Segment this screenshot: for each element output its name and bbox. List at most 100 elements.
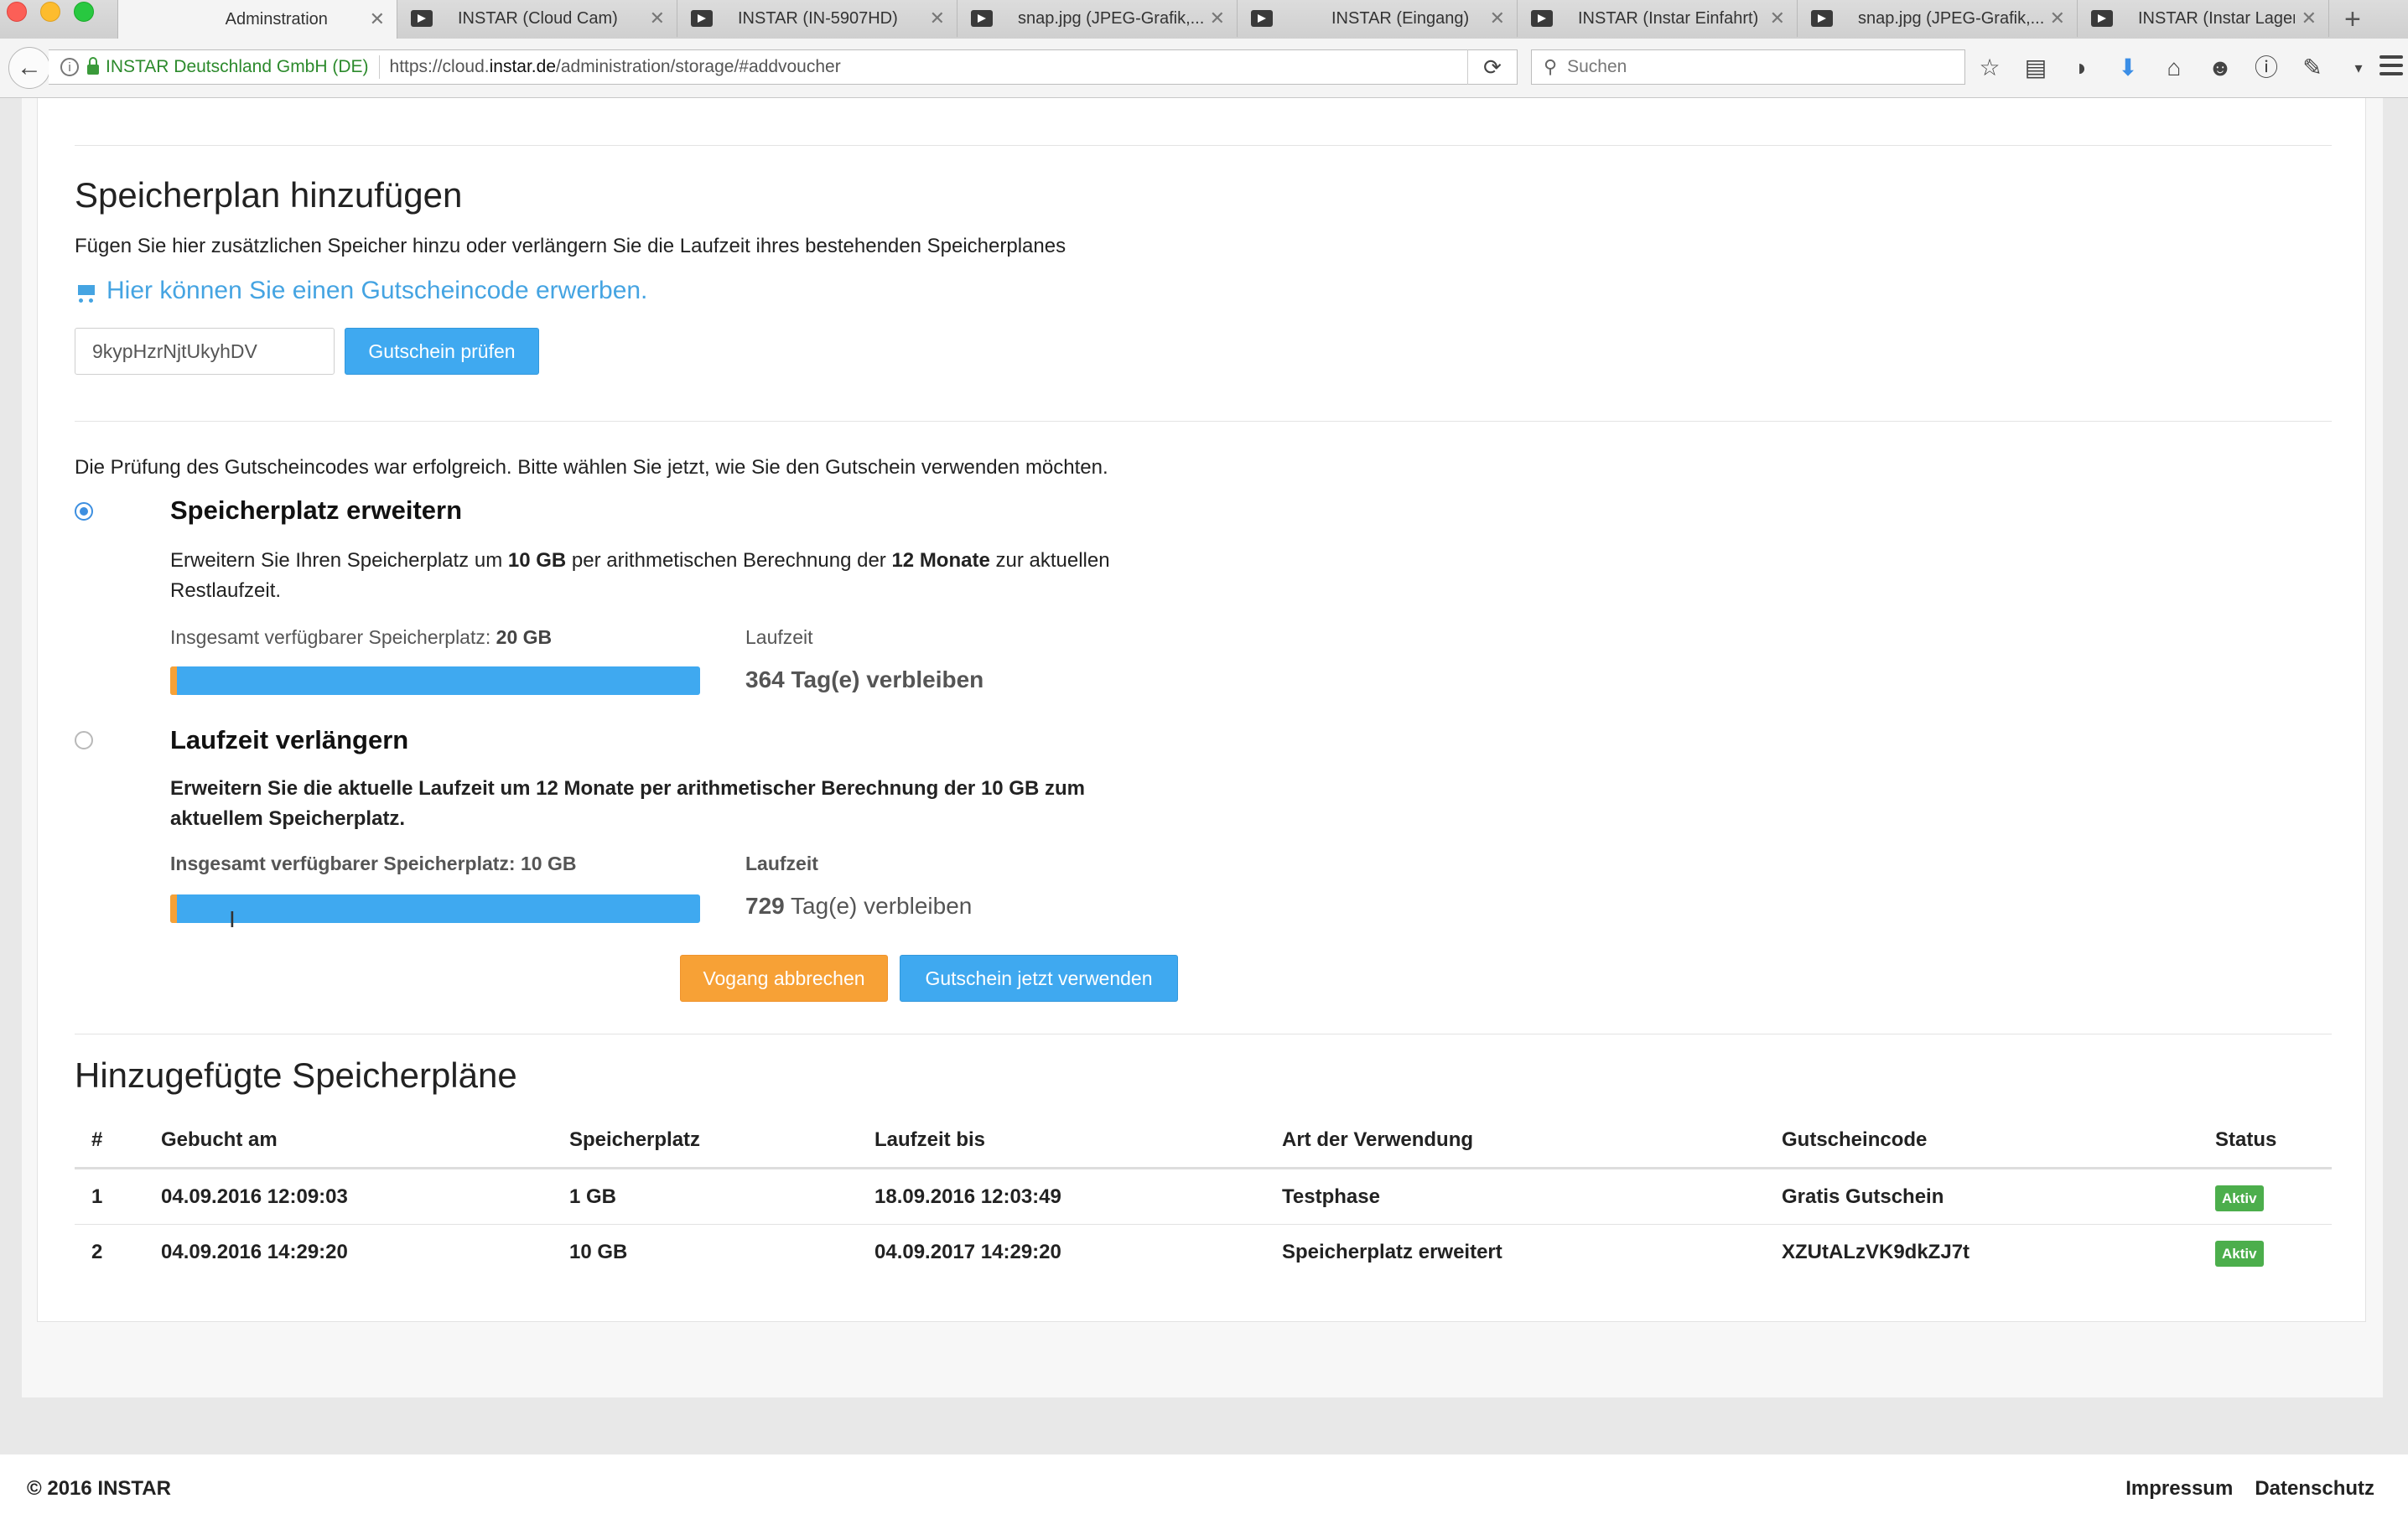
column-header: Status xyxy=(2198,1113,2332,1169)
close-icon[interactable]: ✕ xyxy=(370,8,385,30)
info-icon[interactable]: i xyxy=(60,58,79,76)
use-voucher-button[interactable]: Gutschein jetzt verwenden xyxy=(900,955,1178,1002)
tab-lager[interactable]: INSTAR (Instar Lager) ✕ xyxy=(2078,0,2329,37)
storage-label: Insgesamt verfügbarer Speicherplatz: xyxy=(170,626,496,648)
option-extend-storage-radio[interactable] xyxy=(75,502,93,521)
close-icon[interactable]: ✕ xyxy=(1210,8,1225,29)
close-icon[interactable]: ✕ xyxy=(650,8,665,29)
voucher-code-input[interactable] xyxy=(75,328,335,375)
plans-table: # Gebucht am Speicherplatz Laufzeit bis … xyxy=(75,1113,2332,1279)
home-icon[interactable]: ⌂ xyxy=(2160,54,2188,82)
buy-voucher-link[interactable]: Hier können Sie einen Gutscheincode erwe… xyxy=(75,277,647,305)
text-bold: 10 GB xyxy=(507,549,567,572)
table-cell: 18.09.2016 12:03:49 xyxy=(858,1168,1265,1225)
table-cell: 10 GB xyxy=(569,1240,628,1263)
tab-in-5907hd[interactable]: INSTAR (IN-5907HD) ✕ xyxy=(677,0,957,37)
tab-eingang[interactable]: INSTAR (Eingang) ✕ xyxy=(1238,0,1518,37)
url-bar[interactable]: i INSTAR Deutschland GmbH (DE) https://c… xyxy=(49,49,1518,85)
bookmark-star-icon[interactable]: ☆ xyxy=(1975,54,2004,82)
close-icon[interactable]: ✕ xyxy=(930,8,945,29)
tab-label: INSTAR (Cloud Cam) xyxy=(458,8,618,28)
status-badge: Aktiv xyxy=(2215,1240,2264,1267)
tab-label: Adminstration xyxy=(225,9,328,29)
option-extend-runtime-title: Laufzeit verlängern xyxy=(170,725,409,754)
close-window-button[interactable] xyxy=(7,2,27,22)
table-cell: 1 xyxy=(75,1168,144,1225)
tab-label: snap.jpg (JPEG-Grafik,... xyxy=(1018,8,1203,28)
table-header-row: # Gebucht am Speicherplatz Laufzeit bis … xyxy=(75,1113,2332,1169)
url-domain: instar.de xyxy=(489,57,556,76)
tab-snap-2[interactable]: snap.jpg (JPEG-Grafik,... ✕ xyxy=(1798,0,2078,37)
instar-favicon-icon xyxy=(691,10,713,27)
footer-links: Impressum Datenschutz xyxy=(2125,1477,2374,1501)
divider xyxy=(75,421,2332,422)
option-extend-runtime-text: Erweitern Sie die aktuelle Laufzeit um 1… xyxy=(170,777,1085,830)
back-button[interactable]: ← xyxy=(8,47,50,89)
chat-icon[interactable]: ☻ xyxy=(2206,54,2234,82)
impressum-link[interactable]: Impressum xyxy=(2125,1477,2233,1501)
close-icon[interactable]: ✕ xyxy=(1490,8,1505,29)
url-text[interactable]: https://cloud.instar.de/administration/s… xyxy=(390,57,1467,77)
page-footer: © 2016 INSTAR Impressum Datenschutz xyxy=(0,1454,2408,1514)
copyright: © 2016 INSTAR xyxy=(27,1477,171,1500)
status-cell: Aktiv xyxy=(2198,1225,2332,1280)
toolbar-icons: ☆ ▤ ◗ ⬇ ⌂ ☻ ⓘ ✎ ▾ xyxy=(1975,54,2373,82)
column-header: Laufzeit bis xyxy=(858,1113,1265,1169)
runtime-days: 729 xyxy=(745,893,785,919)
extension-icon[interactable]: ✎ xyxy=(2298,54,2327,82)
download-icon[interactable]: ⬇ xyxy=(2114,54,2142,82)
reload-icon[interactable]: ⟳ xyxy=(1467,49,1517,85)
runtime-suffix: Tag(e) verbleiben xyxy=(784,893,973,919)
tab-cloud-cam[interactable]: INSTAR (Cloud Cam) ✕ xyxy=(397,0,677,37)
reading-list-icon[interactable]: ▤ xyxy=(2021,54,2050,82)
table-cell: 1 GB xyxy=(553,1168,858,1225)
storage-total-label: Insgesamt verfügbarer Speicherplatz: 20 … xyxy=(170,626,552,649)
option-extend-storage-title: Speicherplatz erweitern xyxy=(170,495,463,525)
cancel-button[interactable]: Vogang abbrechen xyxy=(680,955,888,1002)
new-tab-button[interactable]: + xyxy=(2344,3,2361,36)
runtime-label: Laufzeit xyxy=(745,853,818,874)
minimize-window-button[interactable] xyxy=(40,2,60,22)
pocket-icon[interactable]: ◗ xyxy=(2068,54,2096,82)
table-row: 1 04.09.2016 12:09:03 1 GB 18.09.2016 12… xyxy=(75,1168,2332,1225)
tab-label: INSTAR (IN-5907HD) xyxy=(738,8,898,28)
search-input[interactable]: ⚲ Suchen xyxy=(1531,49,1965,85)
table-cell: XZUtALzVK9dkZJ7t xyxy=(1782,1240,1970,1263)
tab-einfahrt[interactable]: INSTAR (Instar Einfahrt) ✕ xyxy=(1518,0,1798,37)
tab-snap-1[interactable]: snap.jpg (JPEG-Grafik,... ✕ xyxy=(957,0,1238,37)
option-extend-runtime-radio[interactable] xyxy=(75,731,93,749)
option-extend-storage-text: Erweitern Sie Ihren Speicherplatz um 10 … xyxy=(170,546,1176,606)
image-favicon-icon xyxy=(1811,10,1833,27)
progress-fill xyxy=(170,666,700,695)
column-header: Gutscheincode xyxy=(1765,1113,2198,1169)
table-cell: Testphase xyxy=(1265,1168,1765,1225)
tab-label: INSTAR (Instar Lager) xyxy=(2138,8,2295,28)
chevron-down-icon[interactable]: ▾ xyxy=(2344,54,2373,82)
table-cell: Gratis Gutschein xyxy=(1765,1168,2198,1225)
tab-administration[interactable]: Adminstration ✕ xyxy=(117,0,397,39)
runtime-value: 364 Tag(e) verbleiben xyxy=(745,666,984,692)
shopping-cart-icon xyxy=(75,283,96,303)
menu-icon[interactable] xyxy=(2379,55,2403,80)
column-header: # xyxy=(75,1113,144,1169)
navigation-toolbar: ← i INSTAR Deutschland GmbH (DE) https:/… xyxy=(0,39,2408,98)
password-icon[interactable]: ⓘ xyxy=(2252,54,2281,82)
text-part: per arithmetischen Berechnung der xyxy=(566,549,892,572)
column-header: Art der Verwendung xyxy=(1265,1113,1765,1169)
tab-label: INSTAR (Instar Einfahrt) xyxy=(1578,8,1759,28)
divider xyxy=(75,145,2332,146)
site-identity[interactable]: INSTAR Deutschland GmbH (DE) xyxy=(106,57,369,77)
page-content: Speicherplan hinzufügen Fügen Sie hier z… xyxy=(0,98,2408,1514)
zoom-window-button[interactable] xyxy=(74,2,94,22)
add-plan-description: Fügen Sie hier zusätzlichen Speicher hin… xyxy=(75,235,1066,257)
close-icon[interactable]: ✕ xyxy=(2050,8,2065,29)
text-cursor-icon: I xyxy=(229,906,236,932)
add-plan-title: Speicherplan hinzufügen xyxy=(75,175,463,215)
check-voucher-button[interactable]: Gutschein prüfen xyxy=(345,328,539,375)
datenschutz-link[interactable]: Datenschutz xyxy=(2255,1477,2374,1501)
search-icon: ⚲ xyxy=(1544,56,1558,77)
close-icon[interactable]: ✕ xyxy=(2302,8,2317,29)
tab-label: INSTAR (Eingang) xyxy=(1331,8,1470,28)
close-icon[interactable]: ✕ xyxy=(1770,8,1785,29)
table-cell: 2 xyxy=(91,1240,103,1263)
